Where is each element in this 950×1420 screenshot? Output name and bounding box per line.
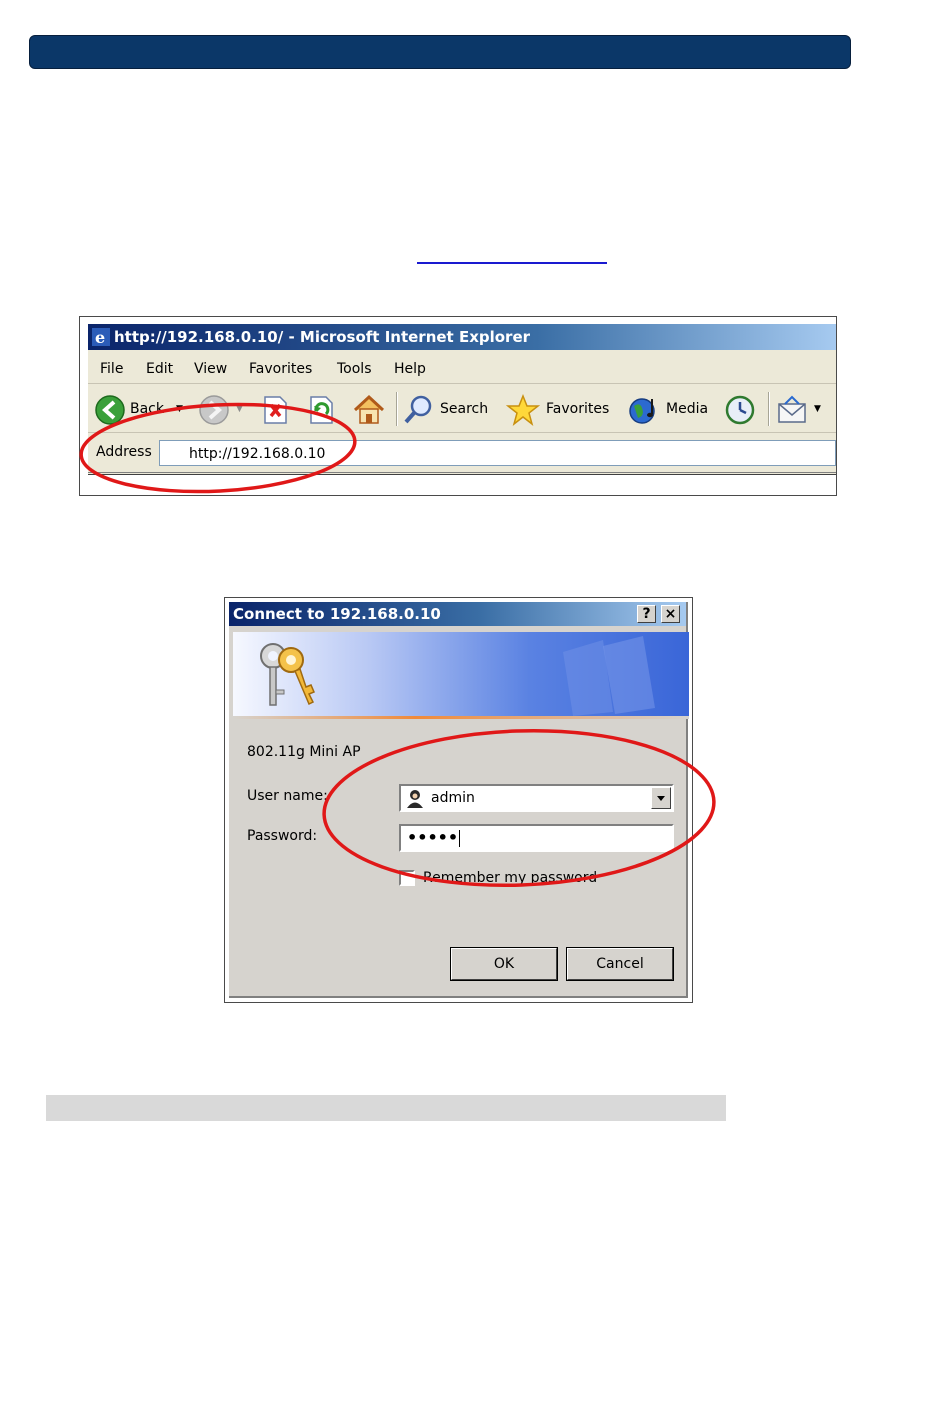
banner-divider: [233, 716, 689, 719]
media-globe-icon: [629, 398, 655, 424]
remember-password-label[interactable]: Remember my password: [423, 870, 597, 886]
favorites-button[interactable]: Favorites: [506, 394, 616, 426]
dialog-title: Connect to 192.168.0.10: [233, 605, 441, 623]
dialog-body: Connect to 192.168.0.10 ? × 802.11g Mini…: [229, 602, 689, 998]
mail-envelope-icon: [778, 395, 806, 423]
mail-button[interactable]: ▼: [776, 394, 822, 424]
text-caret: [459, 830, 460, 847]
password-value: •••••: [407, 828, 459, 847]
toolbar: Back ▼ ▼ Search Favorites Media ▼: [88, 386, 836, 433]
username-combo[interactable]: admin: [399, 784, 674, 812]
forward-arrow-icon: [199, 395, 229, 425]
media-label: Media: [666, 401, 709, 417]
close-button[interactable]: ×: [661, 605, 680, 623]
realm-label: 802.11g Mini AP: [247, 744, 361, 760]
user-icon: [407, 790, 423, 808]
browser-chrome: e http://192.168.0.10/ - Microsoft Inter…: [88, 324, 836, 495]
search-label: Search: [440, 401, 489, 417]
dialog-banner: [233, 632, 689, 716]
back-label: Back: [130, 401, 164, 417]
forward-button[interactable]: ▼: [198, 394, 248, 425]
dialog-title-bar: Connect to 192.168.0.10 ? ×: [229, 602, 686, 626]
browser-content-area: [88, 474, 836, 495]
browser-title: http://192.168.0.10/ - Microsoft Interne…: [114, 328, 531, 346]
username-dropdown-button[interactable]: [651, 787, 671, 809]
cancel-button[interactable]: Cancel: [566, 947, 674, 981]
forward-dropdown-icon[interactable]: ▼: [236, 394, 243, 424]
address-bar: Address http://192.168.0.10: [88, 434, 836, 473]
menu-view[interactable]: View: [194, 361, 227, 377]
section-heading-bar: [46, 1095, 726, 1121]
browser-window: e http://192.168.0.10/ - Microsoft Inter…: [79, 316, 837, 496]
menu-favorites[interactable]: Favorites: [249, 361, 312, 377]
media-button[interactable]: Media: [628, 394, 710, 424]
favorites-star-icon: [506, 394, 540, 426]
chevron-down-icon: [657, 796, 665, 801]
history-clock-icon: [725, 395, 755, 425]
login-dialog: Connect to 192.168.0.10 ? × 802.11g Mini…: [224, 597, 693, 1003]
username-value: admin: [431, 790, 475, 806]
toolbar-separator: [768, 392, 770, 426]
search-button[interactable]: Search: [402, 394, 494, 424]
favorites-label: Favorites: [546, 401, 610, 417]
menu-help[interactable]: Help: [394, 361, 426, 377]
menu-file[interactable]: File: [100, 361, 123, 377]
keys-icon: [260, 643, 315, 706]
svg-text:e: e: [95, 328, 105, 346]
menu-edit[interactable]: Edit: [146, 361, 173, 377]
toolbar-separator: [396, 392, 398, 426]
header-bar: [29, 35, 851, 69]
menu-bar: File Edit View Favorites Tools Help: [88, 353, 836, 384]
help-button[interactable]: ?: [637, 605, 656, 623]
refresh-icon: [310, 396, 333, 424]
history-button[interactable]: [724, 394, 758, 425]
search-icon: [404, 395, 432, 424]
username-label: User name:: [247, 788, 328, 804]
browser-title-bar: e http://192.168.0.10/ - Microsoft Inter…: [88, 324, 836, 350]
menu-tools[interactable]: Tools: [337, 361, 372, 377]
password-label: Password:: [247, 828, 318, 844]
address-value: http://192.168.0.10: [189, 446, 326, 462]
mail-dropdown-icon[interactable]: ▼: [814, 394, 821, 424]
banner-watermark-icon: [563, 636, 655, 716]
hyperlink-underline[interactable]: [417, 262, 607, 264]
back-button[interactable]: Back ▼: [94, 394, 186, 425]
home-icon: [353, 394, 385, 424]
stop-icon: [264, 396, 287, 424]
ie-logo-icon: e: [92, 328, 110, 346]
ok-button[interactable]: OK: [450, 947, 558, 981]
home-button[interactable]: [352, 394, 388, 424]
remember-password-checkbox[interactable]: [399, 870, 415, 886]
stop-button[interactable]: [260, 394, 292, 424]
address-input[interactable]: http://192.168.0.10: [159, 440, 836, 466]
address-label: Address: [96, 444, 152, 460]
password-input[interactable]: •••••: [399, 824, 674, 852]
back-dropdown-icon[interactable]: ▼: [176, 394, 183, 424]
back-arrow-icon: [95, 395, 125, 425]
refresh-button[interactable]: [306, 394, 338, 424]
